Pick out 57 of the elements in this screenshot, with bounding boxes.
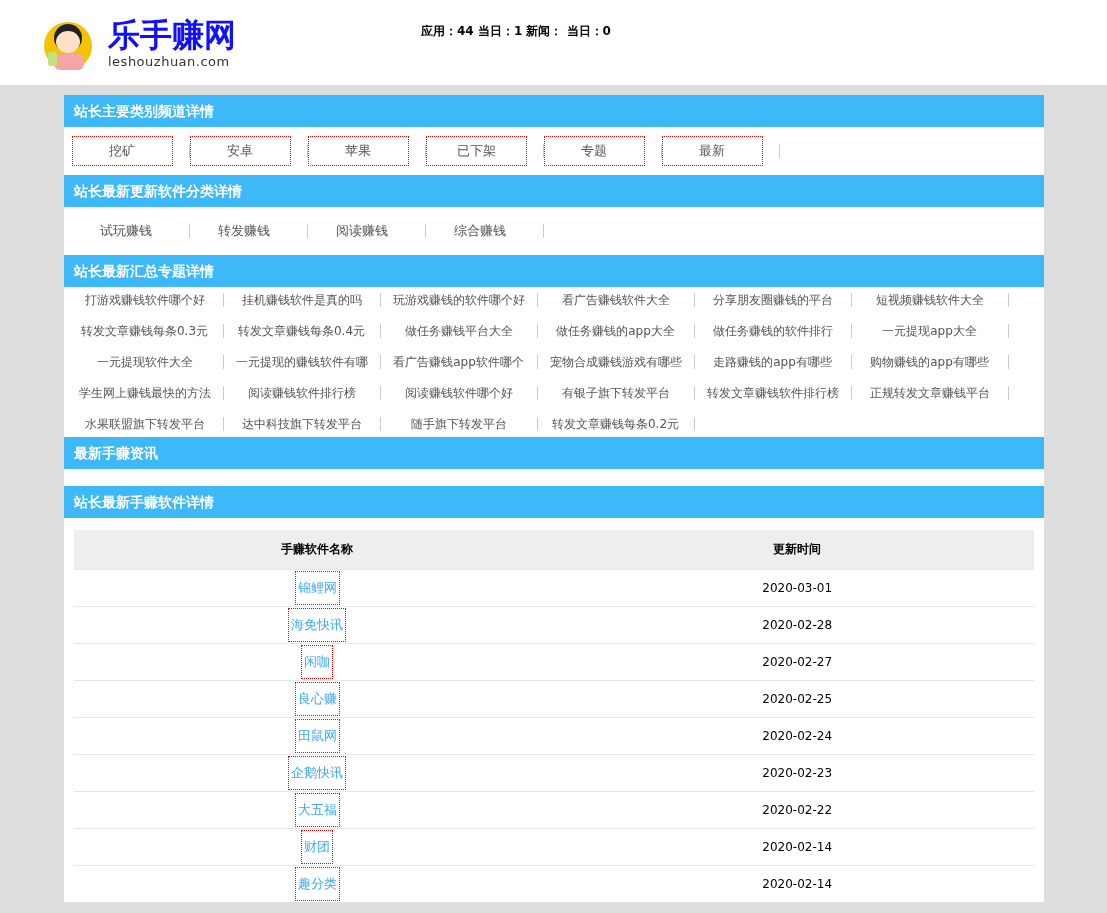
topic-link[interactable]: 达中科技旗下转发平台 <box>241 415 362 433</box>
update-date: 2020-02-25 <box>762 692 833 706</box>
topic-link[interactable]: 打游戏赚钱软件哪个好 <box>84 291 205 309</box>
topic-link[interactable]: 一元提现app大全 <box>882 322 977 340</box>
topic-link[interactable]: 做任务赚钱的app大全 <box>556 322 675 340</box>
topic-link[interactable]: 一元提现的赚钱软件有哪 <box>235 353 368 371</box>
category-link[interactable]: 阅读赚钱 <box>336 222 388 240</box>
logo-title: 乐手赚网 <box>108 15 236 54</box>
section-header: 站长最新汇总专题详情 <box>63 255 1044 287</box>
channel-link[interactable]: 最新 <box>661 136 763 166</box>
column-header: 手赚软件名称 <box>73 530 561 570</box>
topic-link[interactable]: 阅读赚钱软件排行榜 <box>247 384 356 402</box>
category-link[interactable]: 综合赚钱 <box>454 222 506 240</box>
channel-link[interactable]: 已下架 <box>425 136 527 166</box>
section-header: 站长最新更新软件分类详情 <box>63 175 1044 207</box>
topic-link[interactable]: 玩游戏赚钱的软件哪个好 <box>392 291 525 309</box>
channel-link[interactable]: 苹果 <box>307 136 409 166</box>
update-date: 2020-02-14 <box>762 877 833 891</box>
topic-link[interactable]: 有银子旗下转发平台 <box>561 384 670 402</box>
topic-link[interactable]: 挂机赚钱软件是真的吗 <box>241 291 362 309</box>
topic-link[interactable]: 一元提现软件大全 <box>96 353 193 371</box>
section-header: 站长最新手赚软件详情 <box>63 486 1044 518</box>
section-header: 最新手赚资讯 <box>63 437 1044 469</box>
topic-link[interactable]: 看广告赚钱app软件哪个 <box>393 353 524 371</box>
topic-link[interactable]: 转发文章赚钱每条0.2元 <box>551 415 680 433</box>
category-link[interactable]: 转发赚钱 <box>218 222 270 240</box>
topic-link[interactable]: 做任务赚钱平台大全 <box>404 322 513 340</box>
update-date: 2020-02-27 <box>762 655 833 669</box>
topic-link[interactable]: 看广告赚钱软件大全 <box>561 291 670 309</box>
channel-link[interactable]: 挖矿 <box>71 136 173 166</box>
update-date: 2020-02-28 <box>762 618 833 632</box>
topic-link[interactable]: 转发文章赚钱每条0.3元 <box>80 322 209 340</box>
update-date: 2020-02-22 <box>762 803 833 817</box>
topic-link[interactable]: 短视频赚钱软件大全 <box>875 291 984 309</box>
topic-link[interactable]: 宠物合成赚钱游戏有哪些 <box>549 353 682 371</box>
column-header: 更新时间 <box>560 530 1034 570</box>
topic-link[interactable]: 转发文章赚钱软件排行榜 <box>706 384 839 402</box>
section-header: 站长主要类别频道详情 <box>63 95 1044 127</box>
update-date: 2020-02-14 <box>762 840 833 854</box>
topic-link[interactable]: 正规转发文章赚钱平台 <box>869 384 990 402</box>
topic-link[interactable]: 购物赚钱的app有哪些 <box>870 353 989 371</box>
topic-link[interactable]: 分享朋友圈赚钱的平台 <box>712 291 833 309</box>
update-date: 2020-02-23 <box>762 766 833 780</box>
topic-link[interactable]: 随手旗下转发平台 <box>410 415 507 433</box>
topic-link[interactable]: 阅读赚钱软件哪个好 <box>404 384 513 402</box>
topic-link[interactable]: 走路赚钱的app有哪些 <box>713 353 832 371</box>
channel-link[interactable]: 安卓 <box>189 136 291 166</box>
category-link[interactable]: 试玩赚钱 <box>100 222 152 240</box>
logo-domain: leshouzhuan.com <box>108 53 231 69</box>
topic-link[interactable]: 做任务赚钱的软件排行 <box>712 322 833 340</box>
topic-link[interactable]: 水果联盟旗下转发平台 <box>84 415 205 433</box>
topic-link[interactable]: 转发文章赚钱每条0.4元 <box>237 322 366 340</box>
site-stats: 应用：44 当日：1 新闻： 当日：0 <box>421 23 611 40</box>
update-date: 2020-02-24 <box>762 729 833 743</box>
channel-link[interactable]: 专题 <box>543 136 645 166</box>
topic-link[interactable]: 学生网上赚钱最快的方法 <box>78 384 211 402</box>
update-date: 2020-03-01 <box>762 581 833 595</box>
